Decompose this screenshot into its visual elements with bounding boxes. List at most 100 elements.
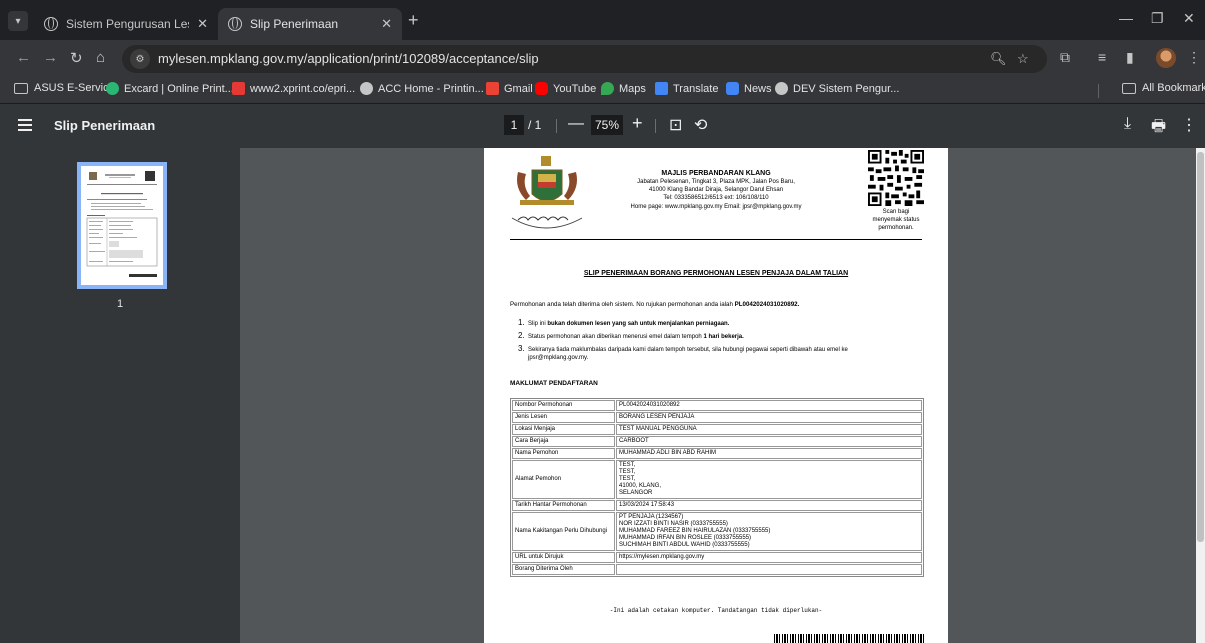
item-number: 2. <box>518 331 525 340</box>
sidebar-menu-icon[interactable] <box>18 119 32 131</box>
thumbnail-preview <box>86 171 158 277</box>
field-label: Tarikh Hantar Permohonan <box>512 500 615 511</box>
zoom-icon[interactable]: 🔍︎ <box>990 51 1007 67</box>
table-row: Nama Kakitangan Perlu Dihubungi PT PENJAJ… <box>512 512 922 551</box>
forward-icon[interactable]: → <box>43 49 58 66</box>
field-label: Nama Kakitangan Perlu Dihubungi <box>512 512 615 551</box>
pdf-title: Slip Penerimaan <box>54 118 156 133</box>
item-text: Sekiranya tiada maklumbalas daripada kam… <box>528 347 848 353</box>
pdf-page: MAJLIS PERBANDARAN KLANG Jabatan Pelesen… <box>484 148 948 643</box>
bookmark-xprint[interactable]: www2.xprint.co/epri... <box>232 82 355 95</box>
tab-title: Sistem Pengurusan Lesen & Per <box>66 17 189 31</box>
minimize-icon[interactable]: — <box>1119 10 1133 26</box>
notice-item: 2. Status permohonan akan diberikan mener… <box>518 332 744 341</box>
notice-item: 3. Sekiranya tiada maklumbalas daripada k… <box>518 345 928 362</box>
site-info-icon[interactable]: ⚙ <box>130 49 150 69</box>
field-value <box>616 564 922 575</box>
item-bold-text: 1 hari bekerja. <box>703 334 744 340</box>
bookmark-translate[interactable]: Translate <box>655 82 718 95</box>
field-value-line: TEST, <box>619 476 636 482</box>
more-menu-icon[interactable]: ⋮ <box>1187 49 1201 66</box>
scrollbar-thumb[interactable] <box>1197 152 1204 542</box>
qr-code <box>868 150 924 206</box>
close-tab-icon[interactable]: ✕ <box>197 16 208 32</box>
side-panel-icon[interactable]: ▮ <box>1126 49 1134 66</box>
zoom-out-icon[interactable]: — <box>568 115 584 133</box>
fit-page-icon[interactable]: ⊡ <box>669 115 682 135</box>
new-tab-button[interactable]: + <box>408 11 419 29</box>
url-path: /application/print/102089/acceptance/sli… <box>303 51 539 66</box>
address-bar[interactable]: ⚙ mylesen.mpklang.gov.my/application/pri… <box>122 45 1047 73</box>
item-number: 3. <box>518 344 525 353</box>
field-value-line: PL0042024031020892 <box>619 402 680 408</box>
home-icon[interactable]: ⌂ <box>96 49 105 66</box>
folder-icon <box>1122 82 1136 94</box>
bookmark-news[interactable]: News <box>726 82 772 95</box>
bookmark-youtube[interactable]: YouTube <box>535 82 596 95</box>
bookmark-maps[interactable]: Maps <box>601 82 646 95</box>
page-total: / 1 <box>528 118 542 132</box>
extensions-icon[interactable]: ⧉ <box>1060 49 1070 66</box>
header-divider <box>510 239 922 240</box>
qr-caption-line: permohonan. <box>878 225 914 231</box>
url-host: mylesen.mpklang.gov.my <box>158 51 304 66</box>
field-value: https://mylesen.mpklang.gov.my <box>616 552 922 563</box>
field-value-line: https://mylesen.mpklang.gov.my <box>619 554 705 560</box>
field-label: Alamat Pemohon <box>512 460 615 499</box>
reload-icon[interactable]: ↻ <box>70 49 83 67</box>
thumbnail-page-number: 1 <box>116 298 124 310</box>
pdf-toolbar: Slip Penerimaan 1 / 1 — 75% + ⊡ ⟲ ⤓ 🖶︎ ⋮ <box>0 104 1205 148</box>
tab-search-button[interactable]: ▾ <box>8 11 28 31</box>
reading-list-icon[interactable]: ≡ <box>1098 49 1106 65</box>
close-tab-icon[interactable]: ✕ <box>381 16 392 32</box>
item-email: jpsr@mpklang.gov.my. <box>528 355 589 361</box>
reference-number: PL0042024031020892. <box>734 301 800 308</box>
field-value-line: MUHAMMAD IRFAN BIN ROSLEE (0333755555) <box>619 535 752 541</box>
field-value: PT PENJAJA (1234567) NOR IZZATI BINTI NAS… <box>616 512 922 551</box>
globe-icon <box>775 82 788 95</box>
zoom-in-icon[interactable]: + <box>632 113 643 134</box>
profile-avatar[interactable] <box>1156 48 1176 68</box>
field-label: Lokasi Menjaja <box>512 424 615 435</box>
field-value-line: PT PENJAJA (1234567) <box>619 514 684 520</box>
tab-slip-penerimaan[interactable]: Slip Penerimaan ✕ <box>218 8 402 40</box>
field-value: TEST, TEST, TEST, 41000, KLANG, SELANGOR <box>616 460 922 499</box>
tab-sistem-pengurusan[interactable]: Sistem Pengurusan Lesen & Per ✕ <box>34 8 218 40</box>
page-number-input[interactable]: 1 <box>504 115 524 135</box>
field-value-line: MUHAMMAD ADLI BIN ABD RAHIM <box>619 450 717 456</box>
field-value: CARBOOT <box>616 436 922 447</box>
url-text[interactable]: mylesen.mpklang.gov.my/application/print… <box>158 51 539 66</box>
table-row: Cara Berjaja CARBOOT <box>512 436 922 447</box>
item-text: Status permohonan akan diberikan menerus… <box>528 334 704 340</box>
print-icon[interactable]: 🖶︎ <box>1151 115 1166 142</box>
table-row: URL untuk Dirujuk https://mylesen.mpklang… <box>512 552 922 563</box>
zoom-level-input[interactable]: 75% <box>591 115 623 135</box>
bookmark-label: DEV Sistem Pengur... <box>793 82 900 95</box>
all-bookmarks-button[interactable]: All Bookmarks <box>1122 82 1205 94</box>
bookmark-label: ACC Home - Printin... <box>378 82 484 95</box>
mpk-crest-logo <box>511 156 583 229</box>
restore-icon[interactable]: ❐ <box>1151 10 1164 27</box>
page-thumbnail[interactable] <box>77 162 167 289</box>
field-value-line: CARBOOT <box>619 438 649 444</box>
field-label: Jenis Lesen <box>512 412 615 423</box>
back-icon[interactable]: ← <box>16 49 31 66</box>
field-value-line: SUCHIMAH BINTI ABDUL WAHID (0333755555) <box>619 542 750 548</box>
field-value-line: SELANGOR <box>619 490 653 496</box>
bookmark-asus[interactable]: ASUS E-Service <box>14 82 115 94</box>
bookmark-acc[interactable]: ACC Home - Printin... <box>360 82 484 95</box>
bookmark-label: YouTube <box>553 82 597 95</box>
field-value-line: TEST, <box>619 469 636 475</box>
table-row: Alamat Pemohon TEST, TEST, TEST, 41000, KLAN… <box>512 460 922 499</box>
bookmark-gmail[interactable]: Gmail <box>486 82 533 95</box>
rotate-icon[interactable]: ⟲ <box>694 115 707 135</box>
window-close-icon[interactable]: ✕ <box>1183 10 1195 27</box>
field-value: TEST MANUAL PENGGUNA <box>616 424 922 435</box>
bookmark-star-icon[interactable]: ☆ <box>1017 51 1029 67</box>
bookmark-dev-sistem[interactable]: DEV Sistem Pengur... <box>775 82 899 95</box>
section-heading: MAKLUMAT PENDAFTARAN <box>510 380 598 387</box>
bookmark-excard[interactable]: Excard | Online Print... <box>106 82 234 95</box>
field-value-line: 41000, KLANG, <box>619 483 662 489</box>
download-icon[interactable]: ⤓ <box>1124 115 1131 133</box>
pdf-more-icon[interactable]: ⋮ <box>1181 115 1197 135</box>
